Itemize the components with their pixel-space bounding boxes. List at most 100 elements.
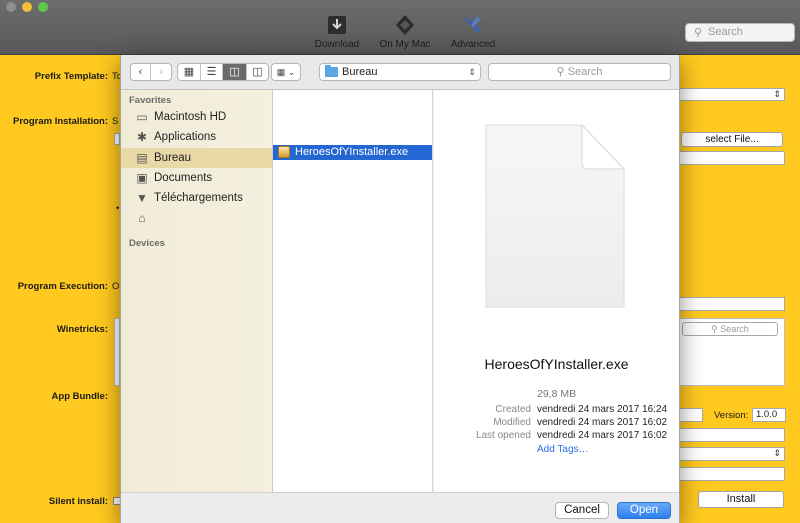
created-label: Created <box>495 404 531 415</box>
toolbar-on-my-mac-label: On My Mac <box>379 39 431 50</box>
sidebar-item-label: Documents <box>154 172 213 184</box>
sidebar-item-bureau[interactable]: ▤ Bureau <box>121 148 272 168</box>
chevron-updown-icon: ⇕ <box>773 89 781 99</box>
harddrive-icon: ▭ <box>136 110 148 124</box>
sidebar-item-label: Macintosh HD <box>154 111 227 123</box>
file-preview: HeroesOfYInstaller.exe 29,8 MB Created v… <box>434 90 679 492</box>
sidebar-item-documents[interactable]: ▣ Documents <box>121 168 272 188</box>
dialog-search-placeholder: Search <box>567 66 603 78</box>
program-installation-label: Program Installation: <box>12 116 108 127</box>
sidebar-item-macintosh-hd[interactable]: ▭ Macintosh HD <box>121 107 272 127</box>
close-window-button[interactable] <box>6 2 16 12</box>
cube-icon <box>396 15 414 35</box>
app-bundle-name-field[interactable] <box>679 408 703 422</box>
search-icon: ⚲ <box>694 27 703 39</box>
arrange-grid-icon: ▦ <box>276 67 286 77</box>
toolbar-on-my-mac-button[interactable]: On My Mac <box>377 14 433 50</box>
prefix-template-label: Prefix Template: <box>34 71 108 82</box>
sidebar-item-label: Bureau <box>154 152 192 164</box>
download-icon <box>328 16 346 34</box>
applications-icon: ✱ <box>136 130 148 144</box>
toolbar-advanced-button[interactable]: Advanced <box>448 14 498 50</box>
folder-icon <box>325 65 338 77</box>
dialog-sidebar: Favorites ▭ Macintosh HD ✱ Applications … <box>121 90 273 492</box>
app-bundle-path-field[interactable] <box>679 428 785 442</box>
downloads-icon: ▼ <box>136 191 148 205</box>
minimize-window-button[interactable] <box>22 2 32 12</box>
documents-icon: ▣ <box>136 171 148 185</box>
preview-file-name: HeroesOfYInstaller.exe <box>484 356 629 372</box>
arrange-button[interactable]: ▦ ⌄ <box>271 63 301 81</box>
program-execution-field[interactable] <box>679 297 785 311</box>
installation-marker: • <box>116 203 120 214</box>
document-preview-icon <box>485 123 626 308</box>
back-forward-control: ‹ › <box>130 63 172 81</box>
app-bundle-extra-field[interactable] <box>679 467 785 481</box>
zoom-window-button[interactable] <box>38 2 48 12</box>
version-field[interactable]: 1.0.0 <box>752 408 786 422</box>
column-view-button[interactable]: ◫ <box>223 64 246 80</box>
sidebar-item-label: Téléchargements <box>154 192 243 204</box>
exe-file-icon <box>278 146 290 158</box>
cancel-button[interactable]: Cancel <box>555 502 609 519</box>
sidebar-item-label: Applications <box>154 131 217 143</box>
toolbar-search-field[interactable]: ⚲ Search <box>685 23 795 42</box>
wrench-icon <box>465 17 481 33</box>
cover-flow-button[interactable]: ◫ <box>246 64 268 80</box>
chevron-left-icon: ‹ <box>138 66 143 78</box>
created-value: vendredi 24 mars 2017 16:24 <box>537 404 668 415</box>
file-row-heroesofyinstaller[interactable]: HeroesOfYInstaller.exe <box>273 145 432 160</box>
chevron-down-icon: ⌄ <box>287 67 296 77</box>
location-popup[interactable]: Bureau ⇕ <box>319 63 481 81</box>
list-view-button[interactable]: ☰ <box>201 64 223 80</box>
add-tags-link[interactable]: Add Tags… <box>537 444 589 455</box>
last-opened-value: vendredi 24 mars 2017 16:02 <box>537 430 668 441</box>
open-file-dialog: ‹ › ▦ ☰ ◫ ◫ ▦ ⌄ Bureau ⇕ ⚲ Search Favori… <box>120 55 680 523</box>
app-bundle-popup[interactable]: ⇕ <box>679 447 785 461</box>
cover-flow-icon: ◫ <box>252 66 263 78</box>
view-mode-control: ▦ ☰ ◫ ◫ <box>177 63 269 81</box>
preview-file-size: 29,8 MB <box>537 388 577 400</box>
forward-button[interactable]: › <box>151 64 171 80</box>
desktop-icon: ▤ <box>136 151 148 165</box>
dialog-footer: Cancel Open <box>121 492 679 523</box>
back-button[interactable]: ‹ <box>131 64 151 80</box>
prefix-template-popup[interactable]: ⇕ <box>679 88 785 101</box>
chevron-updown-icon: ⇕ <box>773 448 781 458</box>
location-label: Bureau <box>342 66 378 78</box>
sidebar-item-telechargements[interactable]: ▼ Téléchargements <box>121 188 272 208</box>
home-icon: ⌂ <box>138 211 146 225</box>
install-button[interactable]: Install <box>698 491 784 508</box>
dialog-toolbar: ‹ › ▦ ☰ ◫ ◫ ▦ ⌄ Bureau ⇕ ⚲ Search <box>121 55 679 90</box>
open-button[interactable]: Open <box>617 502 671 519</box>
program-execution-value: O <box>112 281 120 292</box>
favorites-header: Favorites <box>129 95 172 106</box>
devices-header: Devices <box>129 238 165 249</box>
search-icon: ⚲ <box>711 324 718 334</box>
icon-view-button[interactable]: ▦ <box>178 64 201 80</box>
search-icon: ⚲ <box>556 66 565 78</box>
toolbar-download-button[interactable]: Download <box>312 14 362 50</box>
winetricks-label: Winetricks: <box>56 324 108 335</box>
chevron-right-icon: › <box>159 66 163 78</box>
installation-path-field[interactable] <box>679 151 785 165</box>
modified-label: Modified <box>493 417 531 428</box>
version-label: Version: <box>714 410 749 421</box>
winetricks-list[interactable]: ⚲ Search <box>679 318 785 386</box>
sidebar-item-home[interactable]: ⌂ <box>121 208 272 228</box>
chevron-updown-icon: ⇕ <box>468 67 476 77</box>
modified-value: vendredi 24 mars 2017 16:02 <box>537 417 668 428</box>
winetricks-search-field[interactable]: ⚲ Search <box>682 322 778 336</box>
toolbar-download-label: Download <box>314 39 360 50</box>
app-bundle-label: App Bundle: <box>51 391 108 402</box>
window-toolbar: Download On My Mac Advanced ⚲ Search <box>0 0 800 55</box>
dialog-search-field[interactable]: ⚲ Search <box>488 63 671 81</box>
file-column: HeroesOfYInstaller.exe <box>273 90 433 492</box>
last-opened-label: Last opened <box>475 430 531 441</box>
select-file-button[interactable]: select File... <box>681 132 783 147</box>
winetricks-search-placeholder: Search <box>720 324 749 334</box>
toolbar-advanced-label: Advanced <box>450 39 496 50</box>
toolbar-search-placeholder: Search <box>708 26 743 38</box>
sidebar-item-applications[interactable]: ✱ Applications <box>121 127 272 147</box>
silent-install-label: Silent install: <box>48 496 108 507</box>
